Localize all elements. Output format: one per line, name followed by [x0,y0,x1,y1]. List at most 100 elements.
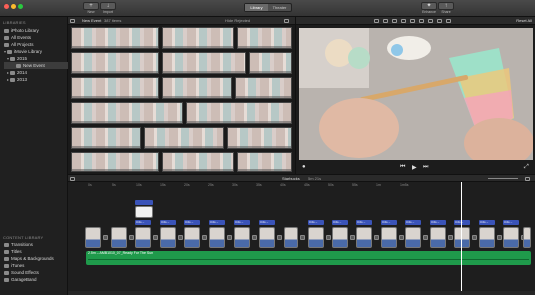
transition-icon[interactable] [374,235,379,240]
filmstrip[interactable] [71,127,141,149]
transition-icon[interactable] [300,235,305,240]
color-correction-icon[interactable] [383,19,388,23]
filmstrip[interactable] [227,127,292,149]
video-clip[interactable] [523,227,531,248]
transition-icon[interactable] [103,235,108,240]
video-clip[interactable] [381,227,397,248]
sidebar-item-2014[interactable]: ▸ 2014 [7,69,68,76]
skip-forward-icon[interactable]: ⏭ [423,164,428,171]
reset-all-button[interactable]: Reset All [516,18,532,23]
video-clip[interactable] [356,227,372,248]
transition-icon[interactable] [350,235,355,240]
filter-select[interactable]: Hide Rejected [225,18,250,23]
transition-icon[interactable] [472,235,477,240]
enhance-button[interactable]: ✦ [421,2,437,10]
sidebar-item-iphoto-library[interactable]: iPhoto Library [4,27,68,34]
zoom-window-button[interactable] [18,4,23,9]
sidebar-item-all-projects[interactable]: All Projects [4,41,68,48]
video-clip[interactable] [454,227,470,248]
filmstrip[interactable] [162,27,234,49]
filmstrip[interactable] [186,102,292,124]
close-timeline-icon[interactable] [70,177,75,181]
sidebar-item-sound-effects[interactable]: Sound Effects [4,269,68,276]
filmstrip[interactable] [71,27,159,49]
transition-icon[interactable] [423,235,428,240]
sidebar-toggle-icon[interactable] [70,19,75,23]
video-clip[interactable] [332,227,348,248]
transition-icon[interactable] [202,235,207,240]
video-clip[interactable] [234,227,250,248]
filmstrip[interactable] [237,27,292,49]
color-balance-icon[interactable] [374,19,379,23]
transition-icon[interactable] [153,235,158,240]
transition-icon[interactable] [252,235,257,240]
playhead[interactable] [461,182,462,295]
settings-icon[interactable] [284,19,289,23]
transition-icon[interactable] [399,235,404,240]
filmstrip[interactable] [71,77,159,99]
info-icon[interactable] [446,19,451,23]
sidebar-item-new-event[interactable]: New Event [4,62,68,69]
video-clip[interactable] [503,227,519,248]
sidebar-item-titles[interactable]: Titles [4,248,68,255]
video-clip[interactable] [405,227,421,248]
filmstrip[interactable] [249,52,292,74]
video-clip[interactable] [308,227,324,248]
timeline-scrollbar[interactable] [68,291,535,295]
title-clip[interactable] [135,206,153,218]
music-track[interactable]: 2.5m – AMB1010_07_Ready For The Sun [86,251,531,265]
filmstrip[interactable] [71,152,159,172]
crop-icon[interactable] [392,19,397,23]
disclosure-closed-icon[interactable]: ▸ [7,77,9,82]
video-clip[interactable] [85,227,101,248]
transition-icon[interactable] [497,235,502,240]
sidebar-item-all-events[interactable]: All Events [4,34,68,41]
transition-icon[interactable] [448,235,453,240]
share-button[interactable]: ↑ [438,2,454,10]
video-clip[interactable] [184,227,200,248]
filmstrip[interactable] [71,52,159,74]
filter-icon[interactable] [437,19,442,23]
filmstrip[interactable] [237,152,292,172]
filmstrip[interactable] [162,52,246,74]
stabilization-icon[interactable] [401,19,406,23]
video-clip[interactable] [284,227,298,248]
video-clip[interactable] [135,227,151,248]
disclosure-open-icon[interactable]: ▾ [4,49,6,54]
tab-library[interactable]: Library [245,4,268,11]
filmstrip[interactable] [71,102,183,124]
video-clip[interactable] [430,227,446,248]
sidebar-item-2015[interactable]: ▾ 2015 [7,55,68,62]
video-clip[interactable] [160,227,176,248]
voiceover-mic-icon[interactable]: ● [302,164,306,170]
video-clip[interactable] [111,227,127,248]
filmstrip[interactable] [235,77,292,99]
fullscreen-icon[interactable]: ⤢ [524,164,529,171]
zoom-slider[interactable] [488,178,518,179]
transition-icon[interactable] [129,235,134,240]
transition-icon[interactable] [326,235,331,240]
volume-icon[interactable] [410,19,415,23]
sidebar-item-imovie-library[interactable]: ▾ iMovie Library [4,48,68,55]
timeline-settings-icon[interactable] [525,177,530,181]
filmstrip[interactable] [162,152,234,172]
disclosure-open-icon[interactable]: ▾ [7,56,9,61]
play-icon[interactable]: ▶ [412,164,417,171]
minimize-window-button[interactable] [11,4,16,9]
volume-line[interactable] [88,259,529,260]
video-clip[interactable] [259,227,275,248]
speed-icon[interactable] [428,19,433,23]
video-clip[interactable] [209,227,225,248]
close-window-button[interactable] [4,4,9,9]
transition-icon[interactable] [277,235,282,240]
sidebar-item-transitions[interactable]: Transitions [4,241,68,248]
tab-theater[interactable]: Theater [268,4,291,11]
video-clip[interactable] [479,227,495,248]
new-button[interactable]: + [83,2,99,10]
sidebar-item-2013[interactable]: ▸ 2013 [7,76,68,83]
noise-reduction-icon[interactable] [419,19,424,23]
skip-back-icon[interactable]: ⏮ [400,164,405,171]
import-button[interactable]: ↓ [100,2,116,10]
sidebar-item-maps-backgrounds[interactable]: Maps & Backgrounds [4,255,68,262]
transition-icon[interactable] [227,235,232,240]
